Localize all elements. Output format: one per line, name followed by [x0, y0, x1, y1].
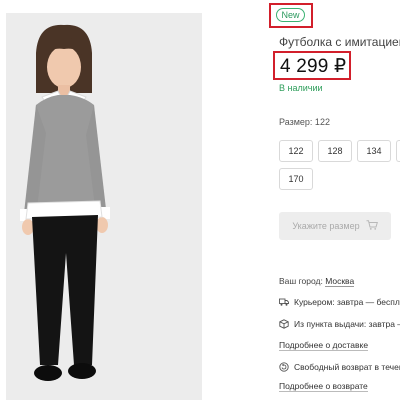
size-option[interactable]: 122	[279, 140, 313, 162]
truck-icon	[279, 297, 289, 307]
return-icon	[279, 362, 289, 372]
city-selector[interactable]: Ваш город: Москва	[279, 276, 355, 287]
city-link[interactable]: Москва	[325, 276, 355, 287]
returns-text: Свободный возврат в течен	[294, 362, 400, 372]
pickup-text: Из пункта выдачи: завтра —	[294, 319, 400, 329]
add-to-cart-label: Укажите размер	[292, 221, 360, 231]
product-title: Футболка с имитацией	[279, 35, 400, 49]
size-option-partial[interactable]	[396, 140, 400, 162]
availability-status: В наличии	[279, 83, 323, 93]
size-option[interactable]: 128	[318, 140, 352, 162]
product-image	[6, 13, 202, 400]
pickup-delivery-row: Из пункта выдачи: завтра —	[279, 319, 400, 329]
size-label: Размер: 122	[279, 117, 330, 127]
size-option[interactable]: 170	[279, 168, 313, 190]
delivery-details-link[interactable]: Подробнее о доставке	[279, 340, 369, 351]
returns-details-link[interactable]: Подробнее о возврате	[279, 381, 368, 392]
box-icon	[279, 319, 289, 329]
add-to-cart-button[interactable]: Укажите размер	[279, 212, 391, 240]
courier-delivery-row: Курьером: завтра — беспла	[279, 297, 400, 307]
returns-row: Свободный возврат в течен	[279, 362, 400, 372]
cart-icon	[366, 220, 378, 232]
new-badge: New	[276, 8, 305, 22]
size-option[interactable]: 134	[357, 140, 391, 162]
courier-text: Курьером: завтра — беспла	[294, 297, 400, 307]
city-label: Ваш город:	[279, 276, 323, 286]
product-price: 4 299 ₽	[280, 56, 347, 77]
